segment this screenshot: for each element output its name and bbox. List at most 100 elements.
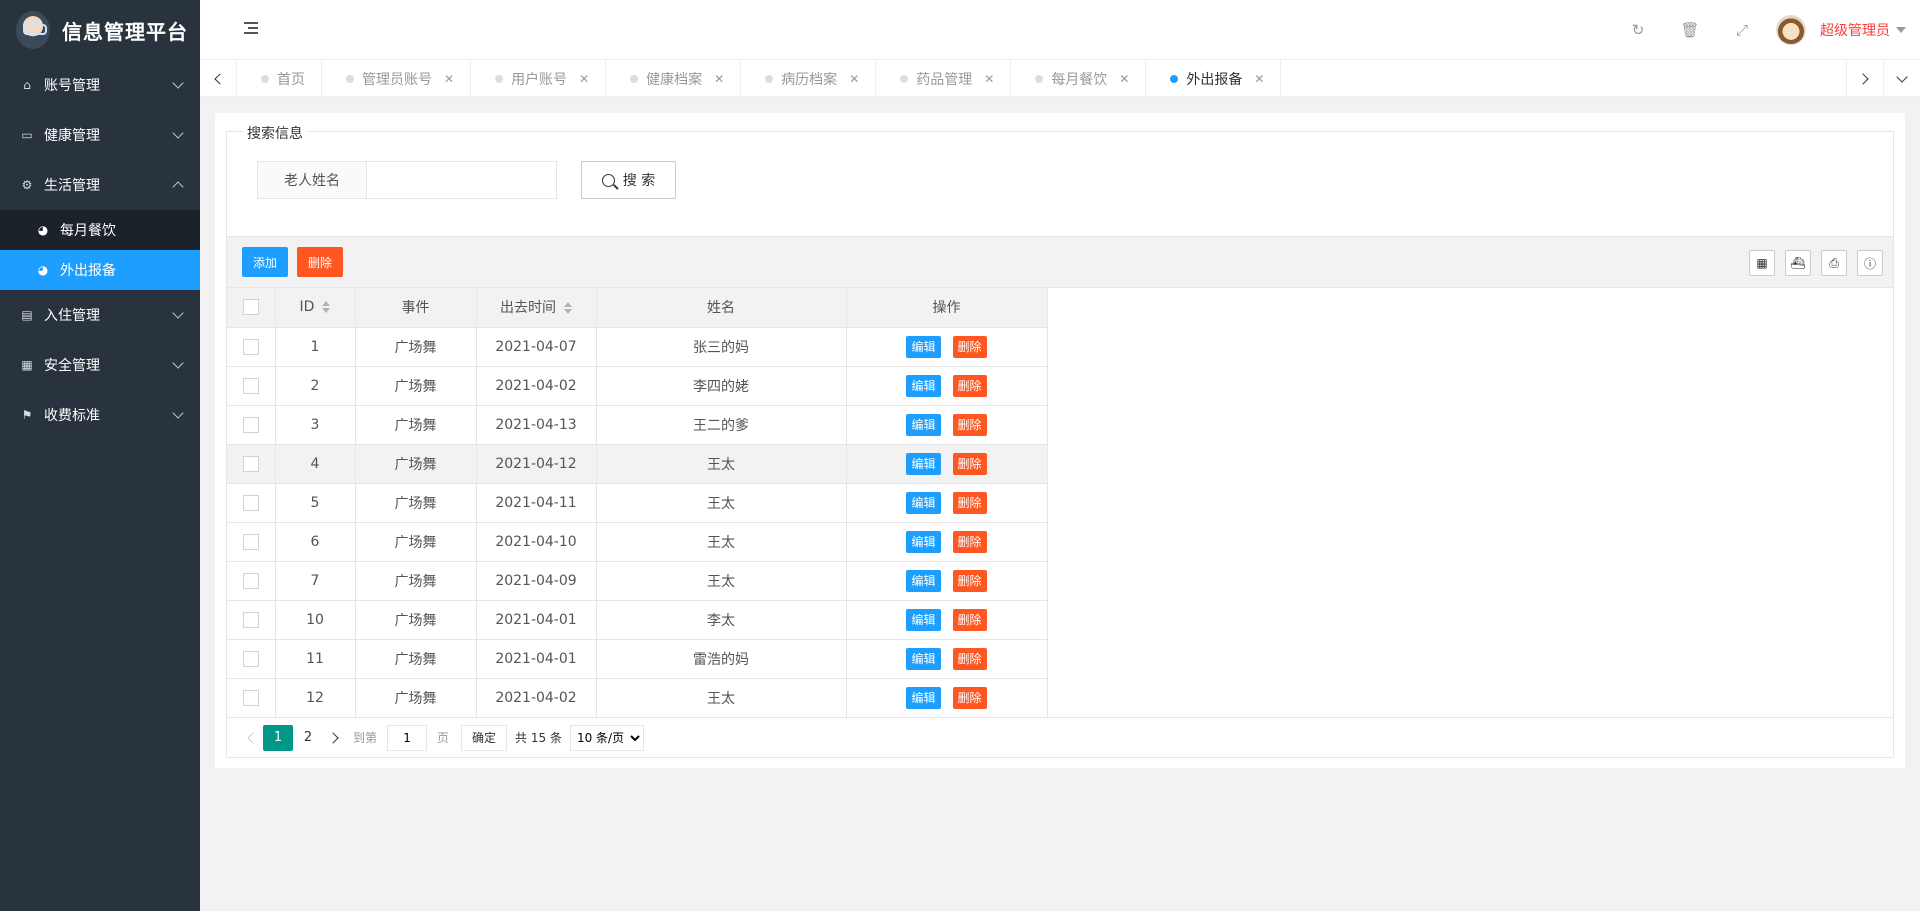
fullscreen-icon[interactable]: ⤢ <box>1716 0 1768 60</box>
tab-user-accounts[interactable]: 用户账号 ✕ <box>471 60 607 96</box>
tab-home[interactable]: 首页 <box>237 60 322 96</box>
tab-label: 外出报备 <box>1186 71 1243 88</box>
row-checkbox[interactable] <box>242 611 259 628</box>
row-checkbox[interactable] <box>242 455 259 472</box>
edit-button[interactable]: 编辑 <box>906 335 941 358</box>
edit-button[interactable]: 编辑 <box>906 647 941 670</box>
column-header-time[interactable]: 出去时间 <box>476 288 597 328</box>
delete-button[interactable]: 删除 <box>952 413 987 436</box>
cell-actions: 编辑 删除 <box>846 522 1048 562</box>
sidebar-subitem-label: 外出报备 <box>60 263 116 279</box>
cell-time: 2021-04-12 <box>476 444 597 484</box>
tab-dot-icon <box>495 74 504 83</box>
delete-button[interactable]: 删除 <box>952 335 987 358</box>
avatar[interactable] <box>1776 15 1806 45</box>
table-row: 5 广场舞 2021-04-11 王太 编辑 删除 <box>227 483 1048 523</box>
sidebar-item-health[interactable]: ▭ 健康管理 <box>0 110 200 160</box>
delete-button[interactable]: 删除 <box>952 452 987 475</box>
batch-delete-button[interactable]: 删除 <box>297 247 344 277</box>
close-icon[interactable]: ✕ <box>1119 72 1129 86</box>
edit-button[interactable]: 编辑 <box>906 413 941 436</box>
sidebar-item-security[interactable]: ▦ 安全管理 <box>0 340 200 390</box>
goto-page-input[interactable] <box>387 724 428 751</box>
sort-icon[interactable] <box>564 302 572 315</box>
column-header-name: 姓名 <box>596 288 847 328</box>
close-icon[interactable]: ✕ <box>1254 72 1264 86</box>
tab-menu-button[interactable] <box>1883 60 1920 97</box>
tab-outing-report[interactable]: 外出报备 ✕ <box>1146 60 1282 96</box>
cell-actions: 编辑 删除 <box>846 600 1048 640</box>
sidebar-item-account[interactable]: ⌂ 账号管理 <box>0 60 200 110</box>
edit-button[interactable]: 编辑 <box>906 374 941 397</box>
goto-confirm-button[interactable]: 确定 <box>461 724 508 751</box>
search-input[interactable] <box>367 161 557 199</box>
trash-icon[interactable]: 🗑 <box>1664 0 1716 60</box>
tab-scroll-left-button[interactable] <box>200 60 237 97</box>
row-checkbox[interactable] <box>242 416 259 433</box>
calendar-icon: ▦ <box>21 358 33 372</box>
logo[interactable]: 信息管理平台 <box>0 0 200 60</box>
next-page-button[interactable] <box>323 726 347 750</box>
row-checkbox[interactable] <box>242 689 259 706</box>
caret-down-icon[interactable] <box>1896 27 1906 33</box>
search-button[interactable]: 搜 索 <box>581 161 676 199</box>
delete-button[interactable]: 删除 <box>952 608 987 631</box>
delete-button[interactable]: 删除 <box>952 569 987 592</box>
tab-monthly-meals[interactable]: 每月餐饮 ✕ <box>1011 60 1147 96</box>
sidebar-subitem-outing-report[interactable]: ◕ 外出报备 <box>0 250 200 290</box>
row-checkbox[interactable] <box>242 533 259 550</box>
cell-name: 王二的爹 <box>596 405 847 445</box>
page-button-1[interactable]: 1 <box>263 724 293 751</box>
toolbar-icons: ▦ ⛴ ⎙ ⓘ <box>1739 250 1883 276</box>
row-checkbox[interactable] <box>242 650 259 667</box>
row-checkbox[interactable] <box>242 377 259 394</box>
user-name[interactable]: 超级管理员 <box>1820 20 1890 40</box>
select-all-checkbox[interactable] <box>242 299 259 316</box>
sort-icon[interactable] <box>322 301 331 314</box>
chevron-down-icon <box>172 407 184 419</box>
delete-button[interactable]: 删除 <box>952 647 987 670</box>
refresh-icon[interactable]: ↻ <box>1612 0 1664 60</box>
delete-button[interactable]: 删除 <box>952 374 987 397</box>
edit-button[interactable]: 编辑 <box>906 491 941 514</box>
edit-button[interactable]: 编辑 <box>906 452 941 475</box>
edit-button[interactable]: 编辑 <box>906 569 941 592</box>
prev-page-button[interactable] <box>239 726 263 750</box>
sidebar-subitem-monthly-meals[interactable]: ◕ 每月餐饮 <box>0 210 200 250</box>
delete-button[interactable]: 删除 <box>952 530 987 553</box>
column-header-id[interactable]: ID <box>275 288 356 328</box>
row-checkbox[interactable] <box>242 338 259 355</box>
export-icon[interactable]: ⛴ <box>1785 250 1811 276</box>
edit-button[interactable]: 编辑 <box>906 530 941 553</box>
sidebar-item-life[interactable]: ⚙ 生活管理 <box>0 160 200 210</box>
close-icon[interactable]: ✕ <box>849 72 859 86</box>
add-button[interactable]: 添加 <box>242 247 289 277</box>
edit-button[interactable]: 编辑 <box>906 686 941 709</box>
tab-health-records[interactable]: 健康档案 ✕ <box>606 60 742 96</box>
page-size-select[interactable]: 10 条/页 <box>569 724 644 751</box>
tab-medical-records[interactable]: 病历档案 ✕ <box>741 60 877 96</box>
edit-button[interactable]: 编辑 <box>906 608 941 631</box>
close-icon[interactable]: ✕ <box>444 72 454 86</box>
close-icon[interactable]: ✕ <box>714 72 724 86</box>
tab-medicine[interactable]: 药品管理 ✕ <box>876 60 1012 96</box>
menu-toggle-icon[interactable] <box>244 22 258 34</box>
delete-button[interactable]: 删除 <box>952 491 987 514</box>
sidebar-item-checkin[interactable]: ▤ 入住管理 <box>0 290 200 340</box>
page-button-2[interactable]: 2 <box>293 725 323 751</box>
row-checkbox[interactable] <box>242 572 259 589</box>
info-icon[interactable]: ⓘ <box>1857 250 1883 276</box>
cell-name: 王太 <box>596 483 847 523</box>
row-checkbox[interactable] <box>242 494 259 511</box>
tab-admin-accounts[interactable]: 管理员账号 ✕ <box>322 60 472 96</box>
cell-time: 2021-04-01 <box>476 639 597 679</box>
close-icon[interactable]: ✕ <box>579 72 589 86</box>
sidebar: 信息管理平台 ⌂ 账号管理 ▭ 健康管理 ⚙ 生活管理 ◕ 每月餐饮 ◕ 外出报… <box>0 0 200 911</box>
print-icon[interactable]: ⎙ <box>1821 250 1847 276</box>
columns-filter-icon[interactable]: ▦ <box>1749 250 1775 276</box>
tab-scroll-right-button[interactable] <box>1846 60 1883 97</box>
cell-actions: 编辑 删除 <box>846 366 1048 406</box>
close-icon[interactable]: ✕ <box>984 72 994 86</box>
sidebar-item-fees[interactable]: ⚑ 收费标准 <box>0 390 200 440</box>
delete-button[interactable]: 删除 <box>952 686 987 709</box>
